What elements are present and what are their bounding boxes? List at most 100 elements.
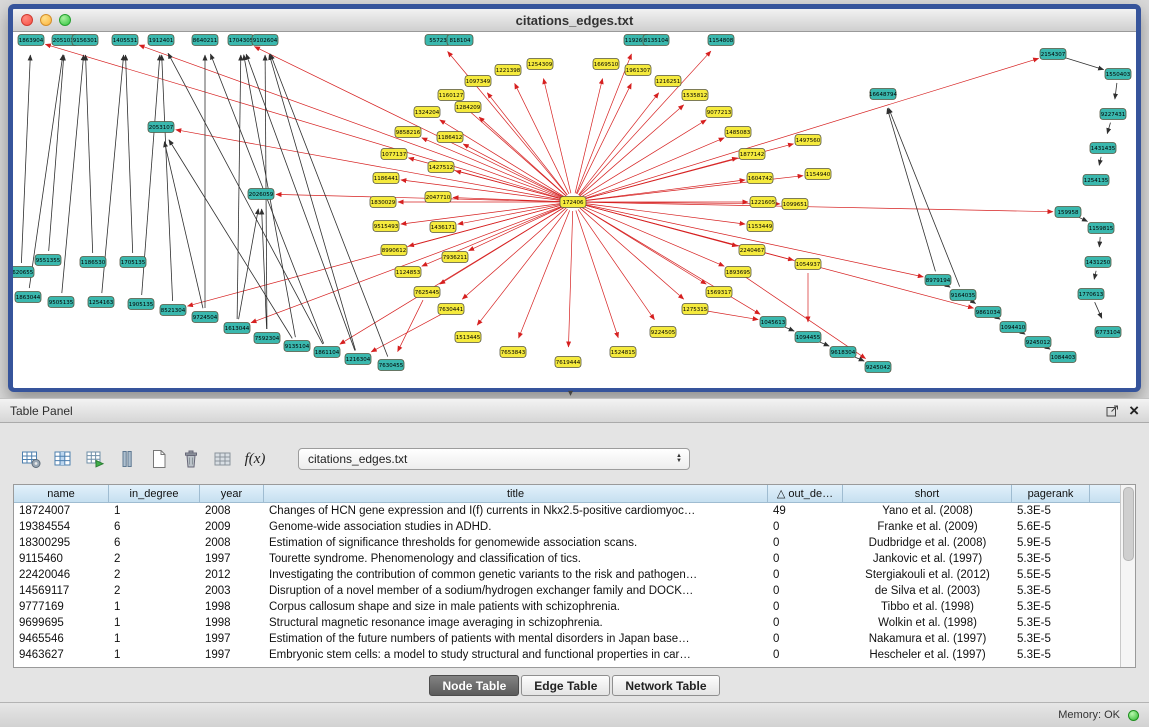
new-table-icon[interactable] (148, 449, 170, 469)
graph-node[interactable]: 1485083 (725, 127, 751, 138)
edit-table-icon[interactable] (84, 449, 106, 469)
graph-node[interactable]: 1431250 (1085, 257, 1111, 268)
graph-node[interactable]: 8990612 (381, 245, 407, 256)
graph-node[interactable]: 1497560 (795, 135, 821, 146)
graph-node[interactable]: 9551355 (35, 255, 61, 266)
graph-node[interactable]: 7625445 (414, 287, 440, 298)
column-header-title[interactable]: title (264, 485, 768, 503)
table-row[interactable]: 2242004622012Investigating the contribut… (14, 567, 1135, 583)
graph-node[interactable]: 1254309 (527, 59, 553, 70)
scrollbar-thumb[interactable] (1123, 487, 1134, 561)
table-select-combobox[interactable]: citations_edges.txt ▲▼ (298, 448, 690, 470)
graph-node[interactable]: 1216304 (345, 354, 371, 365)
graph-node[interactable]: 1961307 (625, 65, 651, 76)
graph-node[interactable]: 1569317 (706, 287, 732, 298)
graph-node[interactable]: 8135104 (643, 35, 669, 46)
graph-node[interactable]: 172406 (560, 197, 586, 208)
graph-node[interactable]: 1186441 (373, 173, 399, 184)
table-row[interactable]: 946554611997Estimation of the future num… (14, 631, 1135, 647)
graph-node[interactable]: 9245012 (1025, 337, 1051, 348)
column-header-year[interactable]: year (200, 485, 264, 503)
graph-node[interactable]: 1097349 (465, 76, 491, 87)
graph-node[interactable]: 9505135 (48, 297, 74, 308)
graph-node[interactable]: 1124853 (395, 267, 421, 278)
graph-node[interactable]: 7619444 (555, 357, 581, 368)
graph-node[interactable]: 1153449 (747, 221, 773, 232)
table-row[interactable]: 1456911722003Disruption of a novel membe… (14, 583, 1135, 599)
graph-node[interactable]: 1221605 (750, 197, 776, 208)
table-row[interactable]: 1872400712008Changes of HCN gene express… (14, 503, 1135, 519)
table-row[interactable]: 911546021997Tourette syndrome. Phenomeno… (14, 551, 1135, 567)
graph-node[interactable]: 1099651 (782, 199, 808, 210)
graph-node[interactable]: 1427512 (428, 162, 454, 173)
graph-node[interactable]: 1905135 (128, 299, 154, 310)
graph-node[interactable]: 6773104 (1095, 327, 1121, 338)
graph-node[interactable]: 1054937 (795, 259, 821, 270)
table-row[interactable]: 977716911998Corpus callosum shape and si… (14, 599, 1135, 615)
table-row[interactable]: 1938455462009Genome-wide association stu… (14, 519, 1135, 535)
column-header-in_degree[interactable]: in_degree (109, 485, 200, 503)
graph-node[interactable]: 2240467 (739, 245, 765, 256)
graph-node[interactable]: 1084403 (1050, 352, 1076, 363)
graph-node[interactable]: 9724504 (192, 312, 218, 323)
graph-node[interactable]: 16648794 (869, 89, 897, 100)
graph-node[interactable]: 1704305 (228, 35, 254, 46)
graph-node[interactable]: 9077213 (706, 107, 732, 118)
graph-node[interactable]: 1159815 (1088, 223, 1114, 234)
table-row[interactable]: 969969511998Structural magnetic resonanc… (14, 615, 1135, 631)
graph-node[interactable]: 1861104 (314, 347, 340, 358)
graph-node[interactable]: 1254163 (88, 297, 114, 308)
graph-node[interactable]: 1186530 (80, 257, 106, 268)
function-builder-icon[interactable]: f(x) (244, 449, 266, 469)
graph-node[interactable]: 1669510 (593, 59, 619, 70)
graph-node[interactable]: 1893695 (725, 267, 751, 278)
tab-edge-table[interactable]: Edge Table (521, 675, 610, 696)
graph-node[interactable]: 1705135 (120, 257, 146, 268)
graph-node[interactable]: 9618304 (830, 347, 856, 358)
graph-node[interactable]: 9227431 (1100, 109, 1126, 120)
graph-node[interactable]: 1604742 (747, 173, 773, 184)
graph-node[interactable]: 1045613 (760, 317, 786, 328)
graph-node[interactable]: 8979194 (925, 275, 951, 286)
graph-node[interactable]: 9245042 (865, 362, 891, 373)
close-panel-icon[interactable]: × (1129, 404, 1139, 417)
vertical-scrollbar[interactable] (1120, 485, 1135, 667)
graph-node[interactable]: 1513445 (455, 332, 481, 343)
network-canvas[interactable]: 1724061254309122139810973491160127132420… (13, 32, 1136, 388)
graph-node[interactable]: 7936211 (442, 252, 468, 263)
graph-node[interactable]: 1770613 (1078, 289, 1104, 300)
tab-network-table[interactable]: Network Table (612, 675, 719, 696)
graph-node[interactable]: 9135104 (284, 341, 310, 352)
graph-node[interactable]: 1830029 (370, 197, 396, 208)
graph-node[interactable]: 1613044 (224, 323, 250, 334)
graph-node[interactable]: 9102604 (252, 35, 278, 46)
graph-node[interactable]: 9515493 (373, 221, 399, 232)
merge-columns-icon[interactable] (116, 449, 138, 469)
graph-node[interactable]: 1877142 (739, 149, 765, 160)
graph-node[interactable]: 9164035 (950, 290, 976, 301)
table-row[interactable]: 946362711997Embryonic stem cells: a mode… (14, 647, 1135, 663)
graph-node[interactable]: 9156301 (72, 35, 98, 46)
graph-node[interactable]: 7630441 (438, 304, 464, 315)
graph-node[interactable]: 818104 (447, 35, 473, 46)
graph-node[interactable]: 1535812 (682, 90, 708, 101)
table-settings-icon[interactable] (20, 449, 42, 469)
float-panel-icon[interactable] (1106, 404, 1119, 417)
graph-node[interactable]: 9224505 (650, 327, 676, 338)
graph-node[interactable]: 1077137 (381, 149, 407, 160)
column-header-name[interactable]: name (14, 485, 109, 503)
table-row[interactable]: 1830029562008Estimation of significance … (14, 535, 1135, 551)
graph-node[interactable]: 1436171 (430, 222, 456, 233)
show-columns-icon[interactable] (52, 449, 74, 469)
graph-node[interactable]: 1324204 (414, 107, 440, 118)
graph-node[interactable]: 7653843 (500, 347, 526, 358)
graph-node[interactable]: 1094455 (795, 332, 821, 343)
graph-node[interactable]: 1431435 (1090, 143, 1116, 154)
column-header-short[interactable]: short (843, 485, 1012, 503)
column-header-out_de[interactable]: △ out_de… (768, 485, 843, 503)
import-table-icon[interactable] (212, 449, 234, 469)
graph-node[interactable]: 1221398 (495, 65, 521, 76)
graph-node[interactable]: 2053107 (148, 122, 174, 133)
graph-node[interactable]: 7630455 (378, 360, 404, 371)
graph-node[interactable]: 2026059 (248, 189, 274, 200)
